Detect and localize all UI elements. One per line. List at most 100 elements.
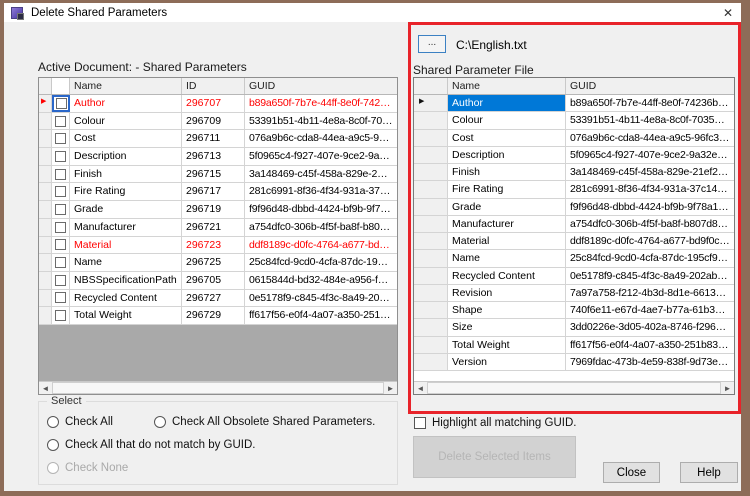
table-row[interactable]: Description 5f0965c4-f927-407e-9ce2-9a32…	[414, 147, 734, 164]
checkbox[interactable]	[55, 222, 66, 233]
cell-id: 296725	[182, 254, 245, 271]
row-checkbox-cell[interactable]	[52, 95, 70, 112]
table-empty-area	[39, 325, 397, 381]
table-row[interactable]: Recycled Content 296727 0e5178f9-c845-4f…	[39, 290, 397, 308]
table-row[interactable]: Recycled Content 0e5178f9-c845-4f3c-8a49…	[414, 268, 734, 285]
scrollbar-thumb[interactable]	[52, 382, 384, 394]
row-checkbox-cell[interactable]	[52, 237, 70, 254]
table-row[interactable]: Material ddf8189c-d0fc-4764-a677-bd9f0c4…	[414, 233, 734, 250]
table-row[interactable]: Cost 076a9b6c-cda8-44ea-a9c5-96fc3614bc2…	[414, 130, 734, 147]
row-indicator	[414, 130, 448, 146]
row-checkbox-cell[interactable]	[52, 166, 70, 183]
row-indicator	[414, 216, 448, 232]
scroll-right-icon[interactable]: ►	[721, 382, 734, 394]
checkbox[interactable]	[55, 151, 66, 162]
table-row[interactable]: Fire Rating 281c6991-8f36-4f34-931a-37c1…	[414, 181, 734, 198]
radio-check-no-match-guid[interactable]: Check All that do not match by GUID.	[47, 439, 255, 451]
checkbox[interactable]	[56, 98, 67, 109]
checkbox[interactable]	[55, 204, 66, 215]
radio-check-all[interactable]: Check All	[47, 416, 113, 428]
checkbox-label: Highlight all matching GUID.	[432, 417, 576, 429]
table-row[interactable]: Description 296713 5f0965c4-f927-407e-9c…	[39, 148, 397, 166]
highlight-matching-guid-checkbox[interactable]: Highlight all matching GUID.	[414, 417, 576, 429]
table-row[interactable]: Finish 3a148469-c45f-458a-829e-21ef22a5c…	[414, 164, 734, 181]
radio-icon[interactable]	[47, 439, 59, 451]
row-checkbox-cell[interactable]	[52, 201, 70, 218]
row-checkbox-cell[interactable]	[52, 130, 70, 147]
cell-guid: 25c84fcd-9cd0-4cfa-87dc-195cf9029c30	[566, 250, 734, 266]
checkbox[interactable]	[55, 275, 66, 286]
table-row[interactable]: Finish 296715 3a148469-c45f-458a-829e-21…	[39, 166, 397, 184]
cell-id: 296709	[182, 113, 245, 130]
checkbox[interactable]	[55, 169, 66, 180]
cell-id: 296719	[182, 201, 245, 218]
cell-guid: 53391b51-4b11-4e8a-8c0f-7035dbf454f5	[566, 112, 734, 128]
row-indicator	[414, 250, 448, 266]
cell-id: 296713	[182, 148, 245, 165]
row-indicator	[39, 290, 52, 307]
row-checkbox-cell[interactable]	[52, 307, 70, 324]
scroll-left-icon[interactable]: ◄	[39, 382, 52, 394]
radio-check-obsolete[interactable]: Check All Obsolete Shared Parameters.	[154, 416, 375, 428]
browse-button[interactable]: ...	[418, 35, 446, 53]
table-row[interactable]: Total Weight ff617f56-e0f4-4a07-a350-251…	[414, 337, 734, 354]
table-row[interactable]: Colour 296709 53391b51-4b11-4e8a-8c0f-70…	[39, 113, 397, 131]
table-row[interactable]: ▶ Author 296707 b89a650f-7b7e-44ff-8e0f-…	[39, 95, 397, 113]
row-checkbox-cell[interactable]	[52, 219, 70, 236]
row-checkbox-cell[interactable]	[52, 113, 70, 130]
checkbox[interactable]	[414, 417, 426, 429]
radio-check-none: Check None	[47, 462, 128, 474]
table-row[interactable]: Size 3dd0226e-3d05-402a-8746-f296002671e…	[414, 319, 734, 336]
cell-name: Colour	[70, 113, 182, 130]
table-row[interactable]: NBSSpecificationPath 296705 0615844d-bd3…	[39, 272, 397, 290]
checkbox[interactable]	[55, 133, 66, 144]
row-checkbox-cell[interactable]	[52, 183, 70, 200]
close-button[interactable]: Close	[603, 462, 660, 483]
table-row[interactable]: Shape 740f6e11-e67d-4ae7-b77a-61b36bb37b…	[414, 302, 734, 319]
row-checkbox-cell[interactable]	[52, 272, 70, 289]
table-row[interactable]: Total Weight 296729 ff617f56-e0f4-4a07-a…	[39, 307, 397, 325]
checkbox[interactable]	[55, 239, 66, 250]
radio-icon[interactable]	[47, 416, 59, 428]
table-row[interactable]: Manufacturer 296721 a754dfc0-306b-4f5f-b…	[39, 219, 397, 237]
table-row[interactable]: Manufacturer a754dfc0-306b-4f5f-ba8f-b80…	[414, 216, 734, 233]
table-row[interactable]: Fire Rating 296717 281c6991-8f36-4f34-93…	[39, 183, 397, 201]
cell-guid: 281c6991-8f36-4f34-931a-37c14484ee7d	[566, 181, 734, 197]
cell-id: 296705	[182, 272, 245, 289]
checkbox[interactable]	[55, 310, 66, 321]
cell-id: 296727	[182, 290, 245, 307]
scroll-left-icon[interactable]: ◄	[414, 382, 427, 394]
delete-selected-items-button[interactable]: Delete Selected Items	[413, 436, 576, 478]
horizontal-scrollbar[interactable]: ◄ ►	[414, 381, 734, 394]
checkbox[interactable]	[55, 186, 66, 197]
table-row[interactable]: Revision 7a97a758-f212-4b3d-8d1e-661383c…	[414, 285, 734, 302]
scroll-right-icon[interactable]: ►	[384, 382, 397, 394]
cell-name: Total Weight	[70, 307, 182, 324]
table-row[interactable]: Colour 53391b51-4b11-4e8a-8c0f-7035dbf45…	[414, 112, 734, 129]
checkbox[interactable]	[55, 257, 66, 268]
cell-name: Recycled Content	[448, 268, 566, 284]
cell-name: Manufacturer	[70, 219, 182, 236]
table-row[interactable]: Cost 296711 076a9b6c-cda8-44ea-a9c5-96fc…	[39, 130, 397, 148]
table-row[interactable]: Grade f9f96d48-dbbd-4424-bf9b-9f78a1aed5…	[414, 199, 734, 216]
scrollbar-thumb[interactable]	[427, 382, 721, 394]
window-title: Delete Shared Parameters	[31, 7, 167, 19]
table-row[interactable]: Grade 296719 f9f96d48-dbbd-4424-bf9b-9f7…	[39, 201, 397, 219]
checkbox[interactable]	[55, 116, 66, 127]
radio-icon[interactable]	[154, 416, 166, 428]
help-button[interactable]: Help	[680, 462, 738, 483]
close-icon[interactable]: ✕	[715, 3, 741, 22]
horizontal-scrollbar[interactable]: ◄ ►	[39, 381, 397, 394]
table-row[interactable]: Name 296725 25c84fcd-9cd0-4cfa-87dc-195c…	[39, 254, 397, 272]
table-row[interactable]: Material 296723 ddf8189c-d0fc-4764-a677-…	[39, 237, 397, 255]
table-row[interactable]: Name 25c84fcd-9cd0-4cfa-87dc-195cf9029c3…	[414, 250, 734, 267]
checkbox[interactable]	[55, 292, 66, 303]
row-checkbox-cell[interactable]	[52, 254, 70, 271]
table-row[interactable]: Version 7969fdac-473b-4e59-838f-9d73e5a7…	[414, 354, 734, 371]
row-checkbox-cell[interactable]	[52, 148, 70, 165]
table-row[interactable]: ▶ Author b89a650f-7b7e-44ff-8e0f-74236b6…	[414, 95, 734, 112]
row-checkbox-cell[interactable]	[52, 290, 70, 307]
cell-name-selected[interactable]: Author	[448, 95, 566, 111]
cell-guid: b89a650f-7b7e-44ff-8e0f-74236b609694	[245, 95, 397, 112]
row-indicator	[414, 268, 448, 284]
